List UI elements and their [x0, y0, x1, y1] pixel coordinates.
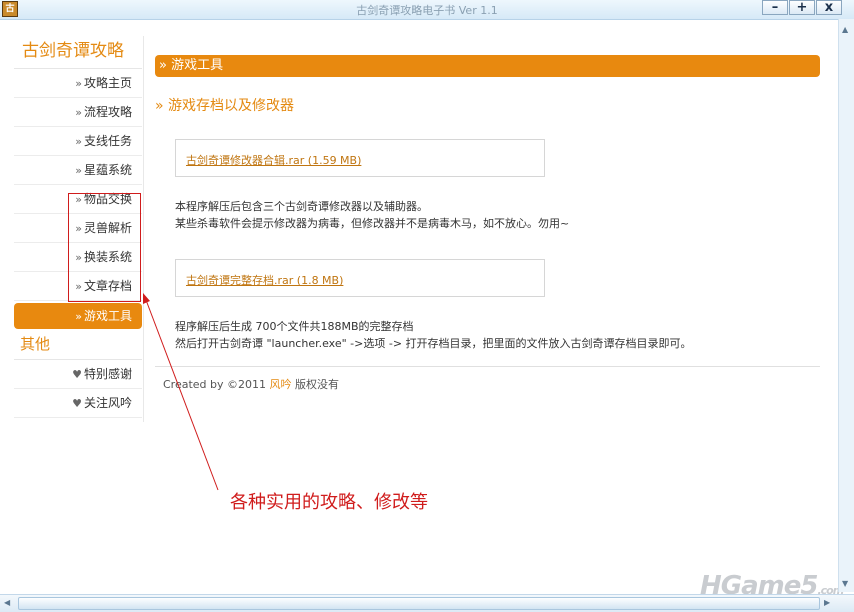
vertical-scrollbar[interactable]: ▲ ▼ [838, 19, 854, 592]
annotation-arrow [143, 293, 219, 491]
annotation-text: 各种实用的攻略、修改等 [230, 492, 428, 513]
scroll-right-icon[interactable]: ▶ [824, 598, 830, 607]
horizontal-scrollbar[interactable]: ◀ ▶ [0, 594, 854, 612]
scroll-down-icon[interactable]: ▼ [842, 579, 848, 588]
scrollbar-thumb[interactable] [18, 597, 820, 610]
scroll-left-icon[interactable]: ◀ [4, 598, 10, 607]
scroll-up-icon[interactable]: ▲ [842, 25, 848, 34]
